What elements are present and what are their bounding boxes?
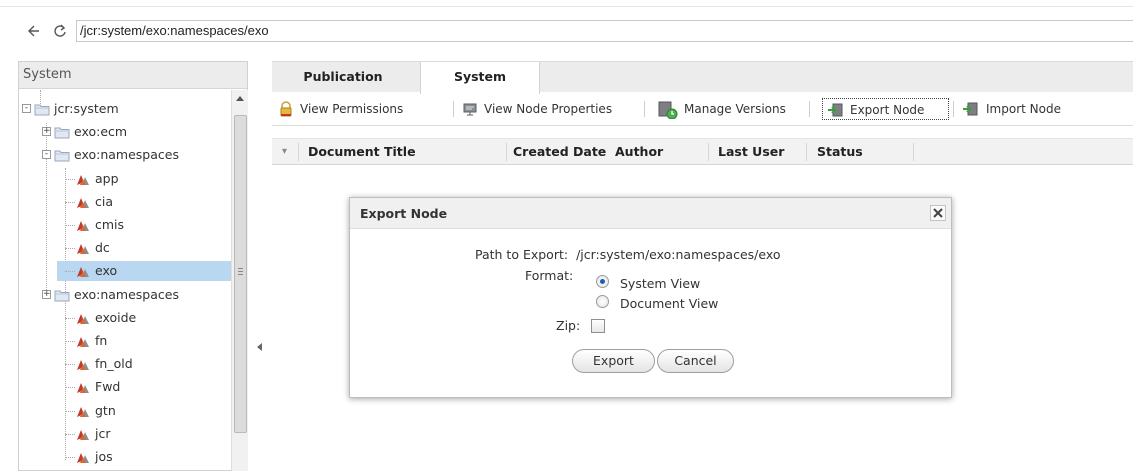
zip-label: Zip: bbox=[556, 318, 581, 333]
collapse-icon[interactable]: - bbox=[22, 104, 31, 113]
left-panel-title: System bbox=[19, 62, 247, 89]
cancel-button[interactable]: Cancel bbox=[657, 349, 734, 373]
tree-item-label: exoide bbox=[95, 309, 137, 325]
column-last-user[interactable]: Last User bbox=[718, 139, 784, 165]
path-row: Path to Export: /jcr:system/exo:namespac… bbox=[475, 245, 781, 265]
tree-item-cia[interactable]: cia bbox=[19, 192, 231, 212]
lock-icon bbox=[278, 101, 294, 117]
node-tree: - jcr:system + exo:ecm - exo:namespaces app cia… bbox=[19, 90, 231, 471]
tree-item-label: exo:ecm bbox=[74, 124, 128, 140]
document-list-header: ▾ Document Title Created Date Author Las… bbox=[272, 138, 1133, 165]
node-icon bbox=[75, 195, 91, 208]
properties-icon bbox=[462, 101, 478, 117]
top-divider bbox=[0, 6, 1133, 7]
format-label: Format: bbox=[525, 268, 574, 283]
tree-item-label: jcr:system bbox=[54, 101, 119, 116]
export-node-dialog: Export Node Path to Export: /jcr:system/… bbox=[349, 197, 952, 398]
tree-item-label: cmis bbox=[95, 217, 125, 232]
node-icon bbox=[75, 218, 91, 231]
path-label: Path to Export: bbox=[475, 247, 569, 262]
path-value: /jcr:system/exo:namespaces/exo bbox=[576, 247, 781, 262]
node-icon bbox=[75, 380, 91, 394]
radio-system-view[interactable] bbox=[596, 275, 609, 288]
tree-item-jos[interactable]: jos bbox=[19, 447, 231, 467]
system-view-label[interactable]: System View bbox=[620, 274, 700, 294]
address-path-input[interactable]: /jcr:system/exo:namespaces/exo bbox=[76, 20, 1133, 42]
node-icon bbox=[75, 172, 91, 185]
collapse-icon[interactable]: - bbox=[42, 150, 51, 160]
export-icon bbox=[827, 102, 843, 118]
column-document-title[interactable]: Document Title bbox=[308, 139, 416, 165]
left-panel: System - jcr:system + exo:ecm - exo:namespace… bbox=[18, 61, 248, 471]
document-view-label[interactable]: Document View bbox=[620, 294, 718, 314]
collapse-panel-arrow-icon[interactable] bbox=[257, 343, 262, 351]
tree-item-jcr-system[interactable]: - jcr:system bbox=[19, 99, 231, 119]
action-toolbar: View Permissions View Node Properties Ma… bbox=[272, 92, 1133, 126]
tree-item-jcr[interactable]: jcr bbox=[19, 424, 231, 444]
close-icon[interactable] bbox=[930, 205, 946, 221]
tree-item-dc[interactable]: dc bbox=[19, 238, 231, 258]
folder-icon bbox=[54, 148, 70, 162]
column-author[interactable]: Author bbox=[615, 139, 663, 165]
folder-icon bbox=[54, 288, 70, 302]
tree-item-fwd[interactable]: Fwd bbox=[19, 377, 231, 397]
tree-item-label: app bbox=[95, 170, 119, 186]
scroll-up-arrow-icon[interactable] bbox=[236, 96, 244, 101]
node-icon bbox=[75, 450, 91, 463]
dialog-header: Export Node bbox=[350, 198, 951, 229]
node-icon bbox=[75, 334, 91, 347]
tab-bar: Publication System bbox=[272, 61, 1133, 94]
back-arrow-icon[interactable] bbox=[26, 23, 42, 39]
tree-item-label: fn bbox=[95, 333, 108, 348]
tree-scrollbar[interactable] bbox=[231, 90, 248, 471]
node-icon bbox=[75, 264, 91, 278]
tree-item-label: jos bbox=[95, 449, 113, 464]
tree-item-label: exo:namespaces bbox=[74, 286, 179, 302]
folder-icon bbox=[34, 102, 50, 116]
tree-item-label: fn_old bbox=[95, 356, 133, 372]
tab-system[interactable]: System bbox=[420, 62, 540, 94]
versions-icon bbox=[658, 101, 678, 120]
tab-publication[interactable]: Publication bbox=[288, 62, 398, 93]
tree-item-label: exo bbox=[95, 263, 118, 279]
tree-item-exo-ecm[interactable]: + exo:ecm bbox=[19, 122, 231, 142]
import-icon bbox=[962, 101, 978, 117]
column-created-date[interactable]: Created Date bbox=[513, 139, 606, 165]
sort-toggle-icon[interactable]: ▾ bbox=[282, 139, 287, 165]
node-icon bbox=[75, 241, 91, 255]
tree-item-app[interactable]: app bbox=[19, 169, 231, 189]
node-icon bbox=[75, 404, 91, 417]
folder-icon bbox=[54, 125, 70, 139]
address-bar: /jcr:system/exo:namespaces/exo bbox=[0, 14, 1133, 48]
tree-item-gtn[interactable]: gtn bbox=[19, 401, 231, 421]
export-node-button[interactable]: Export Node bbox=[822, 98, 949, 120]
node-icon bbox=[75, 311, 91, 324]
node-icon bbox=[75, 357, 91, 371]
tree-item-label: cia bbox=[95, 193, 114, 209]
tree-item-fn-old[interactable]: fn_old bbox=[19, 354, 231, 374]
tree-item-exo-namespaces[interactable]: - exo:namespaces bbox=[19, 145, 231, 165]
zip-checkbox[interactable] bbox=[591, 319, 605, 333]
tree-item-fn[interactable]: fn bbox=[19, 331, 231, 351]
dialog-title: Export Node bbox=[360, 206, 448, 221]
reload-icon[interactable] bbox=[52, 23, 68, 39]
tree-item-exo[interactable]: exo bbox=[57, 261, 231, 282]
tree-item-exoide[interactable]: exoide bbox=[19, 308, 231, 328]
expand-icon[interactable]: + bbox=[42, 127, 51, 137]
tree-item-label: gtn bbox=[95, 402, 116, 418]
tree-item-label: jcr bbox=[95, 425, 111, 441]
scrollbar-thumb[interactable] bbox=[234, 115, 247, 433]
tree-item-exo-namespaces[interactable]: + exo:namespaces bbox=[19, 285, 231, 305]
expand-icon[interactable]: + bbox=[42, 289, 51, 299]
tree-item-label: dc bbox=[95, 240, 110, 256]
tree-item-label: Fwd bbox=[95, 379, 121, 395]
export-button[interactable]: Export bbox=[572, 349, 655, 373]
tree-item-cmis[interactable]: cmis bbox=[19, 215, 231, 235]
column-status[interactable]: Status bbox=[817, 139, 863, 165]
radio-document-view[interactable] bbox=[596, 295, 609, 308]
node-icon bbox=[75, 427, 91, 440]
tree-item-label: exo:namespaces bbox=[74, 147, 179, 163]
